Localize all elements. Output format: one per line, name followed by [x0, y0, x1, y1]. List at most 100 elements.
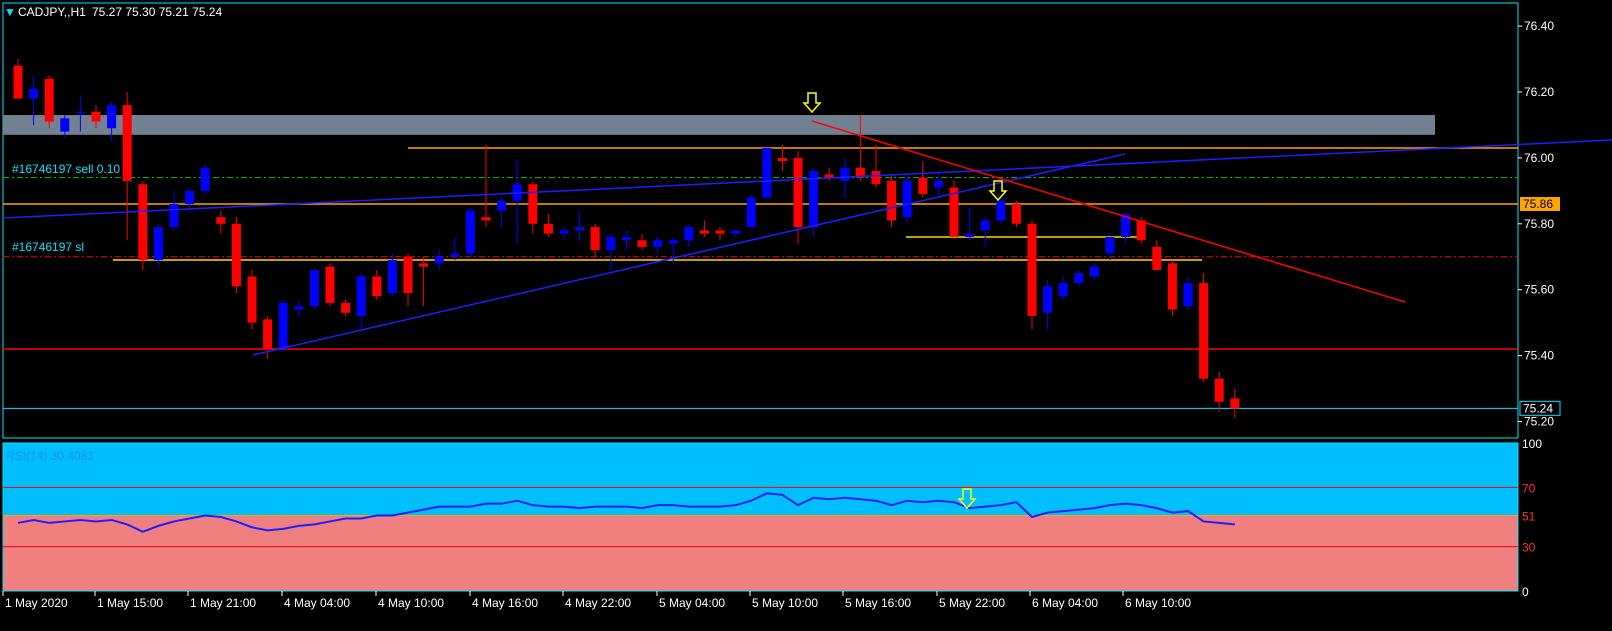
time-tick-label: 4 May 10:00 [378, 596, 444, 610]
candle-body [653, 240, 663, 247]
time-tick-label: 5 May 04:00 [659, 596, 725, 610]
candle-body [419, 263, 429, 267]
candle-body [902, 180, 912, 218]
candle-body [278, 302, 288, 350]
rsi-tick-label: 51 [1522, 510, 1536, 524]
main-chart-frame [2, 2, 1519, 439]
candle-body [559, 230, 569, 234]
candle-body [996, 200, 1006, 221]
time-axis: 1 May 2020 1 May 15:00 1 May 21:00 4 May 04… [2, 591, 1191, 610]
chart-canvas[interactable]: 76.40 76.20 76.00 75.80 75.60 75.40 75.20 75.86… [0, 0, 1612, 631]
candle-body [887, 180, 897, 221]
candle-body [1043, 286, 1053, 313]
rsi-tick-label: 70 [1522, 481, 1536, 495]
candle-body [91, 111, 101, 122]
candle-body [1152, 246, 1162, 270]
rsi-panel [2, 442, 1519, 592]
rsi-tick-label: 100 [1522, 437, 1542, 451]
candle-body [1230, 398, 1240, 409]
time-tick-label: 6 May 04:00 [1032, 596, 1098, 610]
candle-body [497, 200, 507, 211]
candle-body [465, 210, 475, 254]
candle-body [1214, 378, 1224, 402]
resistance-zone [3, 115, 1435, 135]
candle-body [528, 184, 538, 224]
price-tick-label: 76.40 [1524, 19, 1554, 33]
candle-body [918, 177, 928, 195]
candle-body [871, 171, 881, 185]
candle-body [684, 227, 694, 241]
candle-body [325, 266, 335, 303]
symbol-label: CADJPY,,H1 [18, 5, 86, 19]
time-tick-label: 4 May 22:00 [565, 596, 631, 610]
time-tick-label: 1 May 2020 [5, 596, 68, 610]
candle-body [1089, 266, 1099, 277]
rsi-overbought-zone [3, 443, 1518, 516]
candle-body [762, 148, 772, 198]
current-price-label: 75.24 [1523, 401, 1553, 415]
candle-body [263, 319, 273, 350]
candle-body [294, 306, 304, 310]
price-tick-label: 75.40 [1524, 349, 1554, 363]
candle-body [107, 105, 117, 129]
candle-body [731, 230, 741, 234]
candle-body [575, 227, 585, 231]
candle-body [231, 223, 241, 287]
price-tag-label: 75.86 [1523, 197, 1553, 211]
price-axis: 76.40 76.20 76.00 75.80 75.60 75.40 75.20 75.86… [1518, 19, 1561, 599]
candle-body [372, 276, 382, 297]
price-tick-label: 75.60 [1524, 283, 1554, 297]
candle-body [1183, 283, 1193, 307]
candle-body [138, 184, 148, 261]
candle-body [185, 190, 195, 205]
candle-body [481, 217, 491, 221]
time-tick-label: 1 May 15:00 [97, 596, 163, 610]
price-tick-label: 76.20 [1524, 85, 1554, 99]
candle-body [1058, 283, 1068, 297]
time-tick-label: 1 May 21:00 [190, 596, 256, 610]
time-tick-label: 4 May 16:00 [472, 596, 538, 610]
candle-body [1167, 263, 1177, 310]
candle-body [949, 187, 959, 237]
candle-body [169, 204, 179, 228]
candle-body [1105, 236, 1115, 254]
candle-body [44, 78, 54, 122]
candle-body [1011, 204, 1021, 224]
time-tick-label: 4 May 04:00 [284, 596, 350, 610]
price-tick-label: 76.00 [1524, 151, 1554, 165]
candle-body [60, 118, 70, 132]
candle-body [153, 227, 163, 261]
price-tick-label: 75.20 [1524, 415, 1554, 429]
candle-body [668, 240, 678, 244]
candle-body [746, 197, 756, 228]
candle-body [840, 167, 850, 181]
ohlc-label: 75.27 75.30 75.21 75.24 [92, 5, 222, 19]
candle-body [434, 256, 444, 264]
candle-body [403, 256, 413, 293]
candle-body [387, 260, 397, 293]
time-tick-label: 5 May 10:00 [752, 596, 818, 610]
candle-body [341, 302, 351, 313]
candle-body [933, 180, 943, 188]
candle-body [247, 276, 257, 323]
candle-body [29, 88, 39, 99]
candle-body [13, 65, 23, 99]
main-chart-border [2, 2, 1519, 439]
candle-body [1027, 223, 1037, 317]
sl-order-label[interactable]: #16746197 sl [12, 240, 84, 254]
candle-body [715, 230, 725, 234]
candle-body [793, 157, 803, 228]
candle-body [777, 157, 787, 162]
sell-order-label[interactable]: #16746197 sell 0.10 [12, 162, 120, 176]
candle-body [980, 220, 990, 231]
candle-body [309, 269, 319, 307]
time-tick-label: 6 May 10:00 [1125, 596, 1191, 610]
rsi-tick-label: 30 [1522, 541, 1536, 555]
header-dropdown-icon[interactable]: ▼ [4, 5, 16, 19]
candle-body [606, 236, 616, 251]
candle-body [965, 233, 975, 237]
rsi-oversold-zone [3, 515, 1518, 591]
candle-body [75, 111, 85, 114]
candle-body [1136, 220, 1146, 241]
candle-body [621, 236, 631, 241]
